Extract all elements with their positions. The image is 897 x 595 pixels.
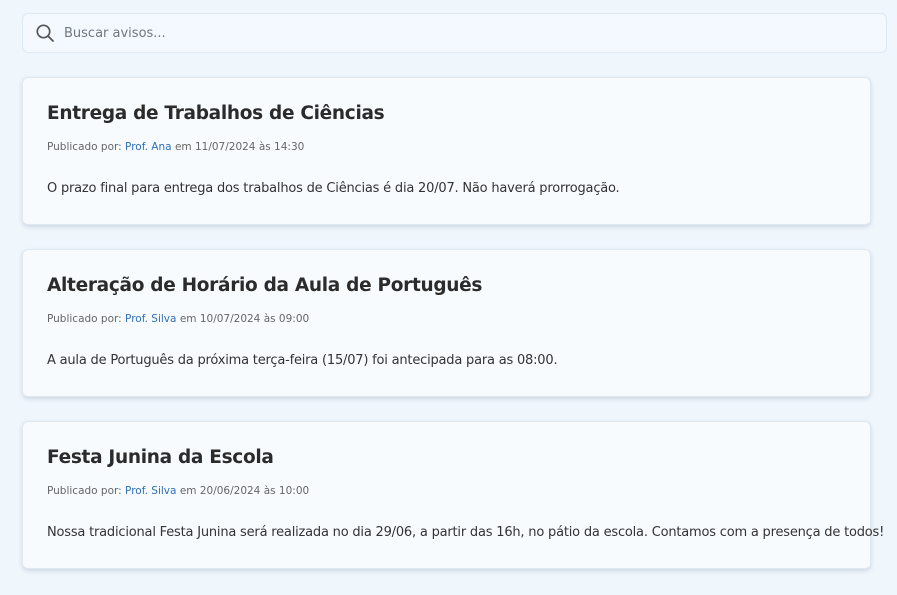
published-by-label: Publicado por: [47,485,122,497]
search-bar[interactable] [22,13,887,53]
notice-body: A aula de Português da próxima terça-fei… [47,353,558,368]
search-input[interactable] [64,18,844,48]
notice-body: O prazo final para entrega dos trabalhos… [47,181,620,196]
published-date: em 20/06/2024 às 10:00 [179,485,310,497]
notice-card[interactable]: Entrega de Trabalhos de Ciências Publica… [22,77,871,225]
published-date: em 11/07/2024 às 14:30 [174,141,305,153]
notice-body: Nossa tradicional Festa Junina será real… [47,525,885,540]
notice-card[interactable]: Alteração de Horário da Aula de Portuguê… [22,249,871,397]
notice-card[interactable]: Festa Junina da Escola Publicado por: Pr… [22,421,884,569]
notice-title: Festa Junina da Escola [47,447,274,468]
notice-title: Entrega de Trabalhos de Ciências [47,103,385,124]
published-date: em 10/07/2024 às 09:00 [179,313,310,325]
author-link[interactable]: Prof. Silva [125,485,176,497]
notice-title: Alteração de Horário da Aula de Portuguê… [47,275,483,296]
search-icon [36,24,54,42]
notice-meta: Publicado por: Prof. Silva em 10/07/2024… [47,313,309,325]
author-link[interactable]: Prof. Silva [125,313,176,325]
author-link[interactable]: Prof. Ana [125,141,172,153]
notice-meta: Publicado por: Prof. Ana em 11/07/2024 à… [47,141,304,153]
notice-meta: Publicado por: Prof. Silva em 20/06/2024… [47,485,309,497]
published-by-label: Publicado por: [47,141,122,153]
published-by-label: Publicado por: [47,313,122,325]
